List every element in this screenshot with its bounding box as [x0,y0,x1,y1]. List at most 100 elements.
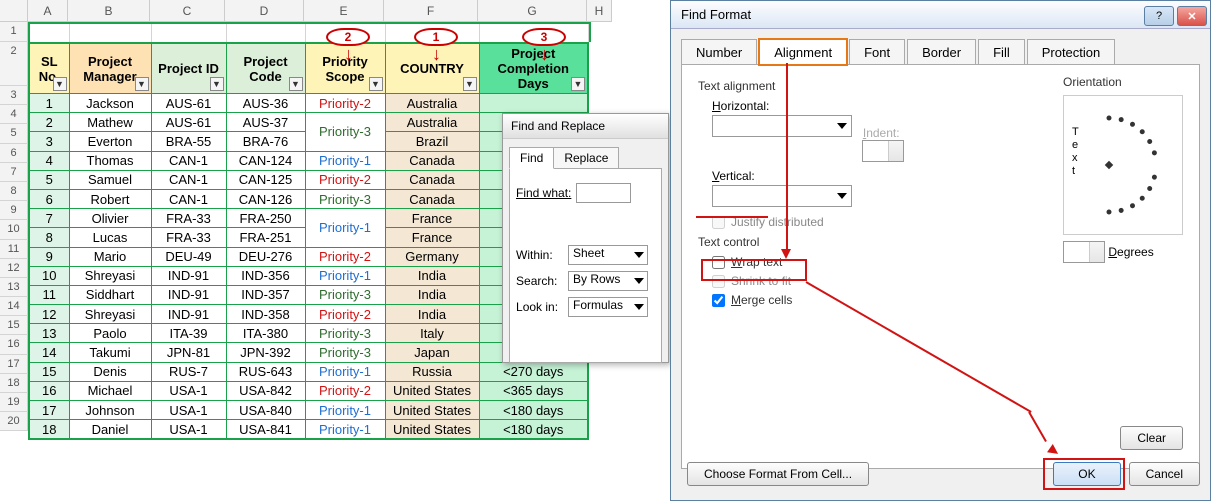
cell-cty[interactable]: Canada [385,170,479,189]
filter-icon[interactable]: ▼ [289,77,303,91]
cell-code[interactable]: CAN-125 [226,170,305,189]
cell-pm[interactable]: Michael [69,381,151,400]
cell-pm[interactable]: Samuel [69,170,151,189]
tab-font[interactable]: Font [849,39,905,65]
ok-button[interactable]: OK [1053,462,1120,486]
merged-top-row[interactable] [28,22,591,42]
col-G[interactable]: G [478,0,587,21]
choose-format-button[interactable]: Choose Format From Cell... [687,462,869,486]
tab-protection[interactable]: Protection [1027,39,1116,65]
cell-cty[interactable]: France [385,209,479,228]
row-12[interactable]: 12 [0,259,28,278]
cell-pm[interactable]: Olivier [69,209,151,228]
cell-code[interactable]: IND-357 [226,285,305,304]
cell-ps[interactable]: Priority-2 [305,305,385,324]
tab-number[interactable]: Number [681,39,757,65]
cell-ps[interactable]: Priority-3 [305,324,385,343]
cell-id[interactable]: JPN-81 [151,343,226,362]
cell-code[interactable]: USA-841 [226,420,305,439]
cell-cty[interactable]: United States [385,381,479,400]
cell-code[interactable]: USA-842 [226,381,305,400]
cell-id[interactable]: AUS-61 [151,94,226,113]
cell-days[interactable]: <180 days [479,401,588,420]
table-row[interactable]: 1JacksonAUS-61AUS-36Priority-2Australia [29,94,588,113]
cancel-button[interactable]: Cancel [1129,462,1200,486]
cell-ps[interactable]: Priority-3 [305,113,385,151]
col-A[interactable]: A [28,0,68,21]
cell-ps[interactable]: Priority-2 [305,247,385,266]
table-row[interactable]: 17JohnsonUSA-1USA-840Priority-1United St… [29,401,588,420]
table-row[interactable]: 18DanielUSA-1USA-841Priority-1United Sta… [29,420,588,439]
cell-id[interactable]: FRA-33 [151,209,226,228]
cell-ps[interactable]: Priority-1 [305,266,385,285]
row-20[interactable]: 20 [0,412,28,431]
horizontal-combo[interactable] [712,115,852,137]
cell-id[interactable]: DEU-49 [151,247,226,266]
cell-days[interactable]: <180 days [479,420,588,439]
cell-ps[interactable]: Priority-1 [305,362,385,381]
cell-id[interactable]: RUS-7 [151,362,226,381]
row-17[interactable]: 17 [0,355,28,374]
cell-cty[interactable]: Japan [385,343,479,362]
cell-sl[interactable]: 13 [29,324,69,343]
cell-cty[interactable]: India [385,266,479,285]
row-5[interactable]: 5 [0,124,28,143]
cell-sl[interactable]: 7 [29,209,69,228]
filter-icon[interactable]: ▼ [369,77,383,91]
cell-code[interactable]: JPN-392 [226,343,305,362]
filter-icon[interactable]: ▼ [135,77,149,91]
row-9[interactable]: 9 [0,201,28,220]
cell-id[interactable]: IND-91 [151,266,226,285]
cell-pm[interactable]: Shreyasi [69,305,151,324]
row-16[interactable]: 16 [0,335,28,354]
cell-ps[interactable]: Priority-1 [305,420,385,439]
cell-ps[interactable]: Priority-3 [305,285,385,304]
cell-pm[interactable]: Denis [69,362,151,381]
row-8[interactable]: 8 [0,182,28,201]
cell-code[interactable]: RUS-643 [226,362,305,381]
help-button[interactable]: ? [1144,6,1174,26]
col-E[interactable]: E [304,0,384,21]
row-11[interactable]: 11 [0,240,28,259]
col-H[interactable]: H [587,0,612,21]
tab-fill[interactable]: Fill [978,39,1025,65]
row-15[interactable]: 15 [0,316,28,335]
cell-id[interactable]: USA-1 [151,381,226,400]
cell-id[interactable]: BRA-55 [151,132,226,151]
cell-id[interactable]: IND-91 [151,305,226,324]
row-7[interactable]: 7 [0,163,28,182]
cell-code[interactable]: CAN-126 [226,189,305,208]
cell-code[interactable]: AUS-37 [226,113,305,132]
cell-cty[interactable]: France [385,228,479,247]
cell-pm[interactable]: Jackson [69,94,151,113]
cell-cty[interactable]: Brazil [385,132,479,151]
cell-id[interactable]: USA-1 [151,420,226,439]
merge-checkbox[interactable] [712,294,725,307]
clear-button[interactable]: Clear [1120,426,1183,450]
cell-code[interactable]: ITA-380 [226,324,305,343]
filter-icon[interactable]: ▼ [210,77,224,91]
cell-code[interactable]: AUS-36 [226,94,305,113]
cell-ps[interactable]: Priority-2 [305,170,385,189]
table-row[interactable]: 16MichaelUSA-1USA-842Priority-2United St… [29,381,588,400]
row-2[interactable]: 2 [0,42,28,86]
cell-pm[interactable]: Thomas [69,151,151,170]
cell-sl[interactable]: 12 [29,305,69,324]
row-18[interactable]: 18 [0,374,28,393]
cell-ps[interactable]: Priority-1 [305,209,385,247]
cell-cty[interactable]: Canada [385,151,479,170]
cell-cty[interactable]: United States [385,401,479,420]
cell-id[interactable]: IND-91 [151,285,226,304]
select-all-corner[interactable] [0,0,28,21]
cell-pm[interactable]: Mathew [69,113,151,132]
cell-days[interactable]: <270 days [479,362,588,381]
cell-ps[interactable]: Priority-2 [305,381,385,400]
cell-cty[interactable]: Russia [385,362,479,381]
cell-id[interactable]: USA-1 [151,401,226,420]
cell-sl[interactable]: 11 [29,285,69,304]
cell-pm[interactable]: Paolo [69,324,151,343]
cell-sl[interactable]: 4 [29,151,69,170]
cell-ps[interactable]: Priority-3 [305,189,385,208]
find-format-dialog[interactable]: Find Format ? ✕ Number Alignment Font Bo… [670,0,1211,501]
cell-cty[interactable]: Australia [385,113,479,132]
